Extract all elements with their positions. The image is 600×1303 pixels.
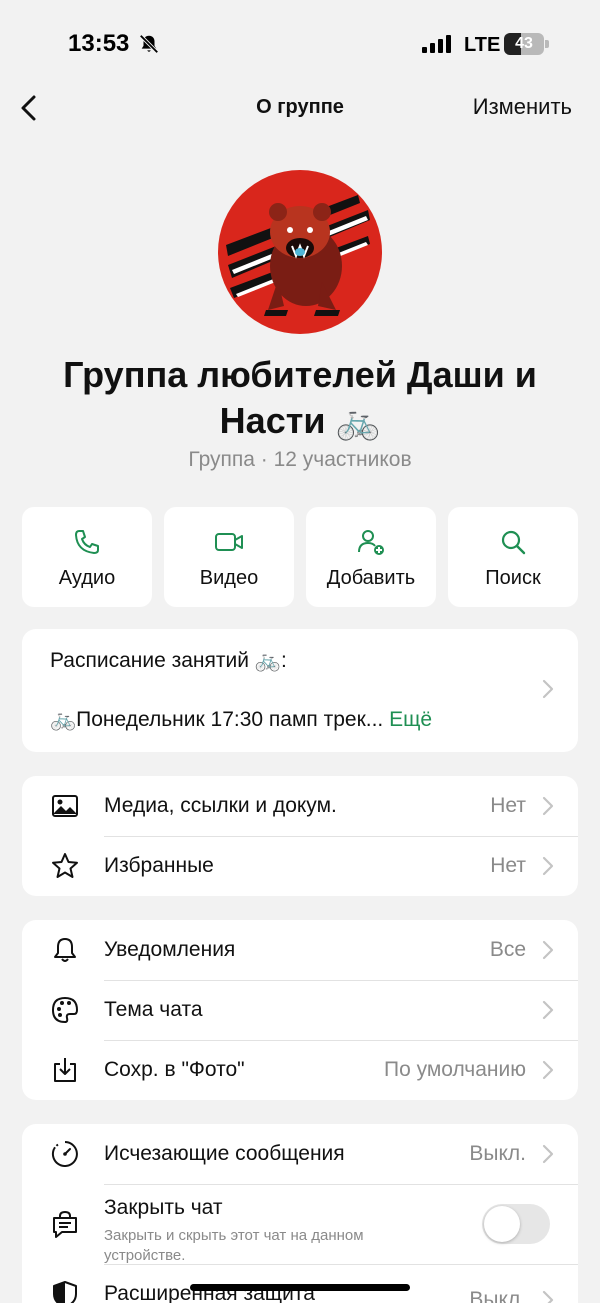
- disappearing-messages-row[interactable]: Исчезающие сообщения Выкл.: [22, 1124, 578, 1184]
- toggle-knob: [484, 1206, 520, 1242]
- row-label: Избранные: [104, 854, 214, 877]
- row-label: Тема чата: [104, 998, 203, 1021]
- row-value: Нет: [490, 854, 526, 877]
- shield-icon: [53, 1281, 77, 1303]
- chevron-right-icon: [542, 1144, 554, 1164]
- add-participant-label: Добавить: [326, 567, 416, 589]
- media-links-docs-row[interactable]: Медиа, ссылки и докум. Нет: [22, 776, 578, 836]
- chevron-right-icon: [542, 796, 554, 816]
- row-label: Закрыть чат: [104, 1196, 223, 1219]
- star-icon: [52, 853, 78, 878]
- chevron-right-icon: [542, 940, 554, 960]
- status-time: 13:53: [68, 30, 130, 57]
- image-icon: [52, 795, 78, 817]
- edit-button[interactable]: Изменить: [473, 94, 572, 120]
- row-label: Сохр. в "Фото": [104, 1058, 245, 1081]
- group-name: Группа любителей Даши и Насти 🚲: [63, 354, 537, 441]
- nav-bar: О группе Изменить: [0, 80, 600, 136]
- palette-icon: [51, 996, 79, 1024]
- settings-section: Уведомления Все Тема чата Сохр. в "Фото"…: [22, 920, 578, 1100]
- network-type: LTE: [464, 34, 501, 56]
- group-meta: Группа · 12 участников: [188, 448, 412, 471]
- chevron-right-icon: [542, 1290, 554, 1303]
- description-text: 🚲Понедельник 17:30 памп трек...: [50, 708, 390, 731]
- lock-chat-row: Закрыть чат Закрыть и скрыть этот чат на…: [22, 1184, 578, 1264]
- more-link[interactable]: Ещё: [389, 708, 432, 731]
- action-buttons: Аудио Видео Добавить Поиск: [22, 507, 578, 607]
- row-value: По умолчанию: [383, 1058, 526, 1081]
- chevron-right-icon: [542, 856, 554, 876]
- save-to-photos-row[interactable]: Сохр. в "Фото" По умолчанию: [22, 1040, 578, 1100]
- search-button[interactable]: Поиск: [448, 507, 578, 607]
- lock-chat-toggle[interactable]: [482, 1204, 550, 1244]
- bell-muted-icon: [139, 34, 159, 54]
- row-value: Нет: [490, 794, 526, 817]
- chevron-right-icon: [542, 1000, 554, 1020]
- media-section: Медиа, ссылки и докум. Нет Избранные Нет: [22, 776, 578, 896]
- chevron-right-icon: [542, 679, 554, 699]
- search-icon: [501, 530, 526, 555]
- home-indicator[interactable]: [190, 1284, 410, 1291]
- row-value: Выкл.: [469, 1288, 526, 1303]
- group-avatar[interactable]: [218, 170, 382, 334]
- battery-icon: 43: [504, 33, 550, 55]
- video-call-label: Видео: [199, 567, 259, 589]
- notifications-row[interactable]: Уведомления Все: [22, 920, 578, 980]
- battery-level: 43: [515, 35, 533, 52]
- privacy-section: Исчезающие сообщения Выкл. Закрыть чат З…: [22, 1124, 578, 1303]
- bell-icon: [54, 938, 76, 962]
- video-icon: [215, 533, 243, 551]
- audio-call-label: Аудио: [58, 567, 116, 589]
- save-download-icon: [54, 1058, 76, 1082]
- add-participant-button[interactable]: Добавить: [306, 507, 436, 607]
- bear-logo-image: [226, 195, 370, 316]
- description-line-1: Расписание занятий 🚲:: [50, 649, 287, 672]
- chevron-right-icon: [542, 1060, 554, 1080]
- row-sublabel: Закрыть и скрыть этот чат на данном устр…: [104, 1227, 364, 1264]
- starred-row[interactable]: Избранные Нет: [22, 836, 578, 896]
- cellular-signal-icon: [422, 35, 451, 53]
- lock-chat-icon: [53, 1210, 77, 1238]
- search-label: Поиск: [485, 567, 541, 589]
- audio-call-button[interactable]: Аудио: [22, 507, 152, 607]
- timer-icon: [51, 1141, 78, 1167]
- row-label: Уведомления: [104, 938, 236, 961]
- status-bar: 13:53 LTE 43: [0, 0, 600, 90]
- description-line-2: 🚲Понедельник 17:30 памп трек... Ещё: [50, 708, 432, 732]
- row-value: Все: [489, 938, 526, 961]
- row-value: Выкл.: [469, 1142, 526, 1165]
- row-label: Медиа, ссылки и докум.: [104, 794, 337, 817]
- add-user-icon: [358, 530, 384, 555]
- phone-icon: [75, 530, 99, 554]
- chat-theme-row[interactable]: Тема чата: [22, 980, 578, 1040]
- video-call-button[interactable]: Видео: [164, 507, 294, 607]
- group-description[interactable]: Расписание занятий 🚲: 🚲Понедельник 17:30…: [22, 629, 578, 752]
- row-label: Исчезающие сообщения: [104, 1142, 345, 1165]
